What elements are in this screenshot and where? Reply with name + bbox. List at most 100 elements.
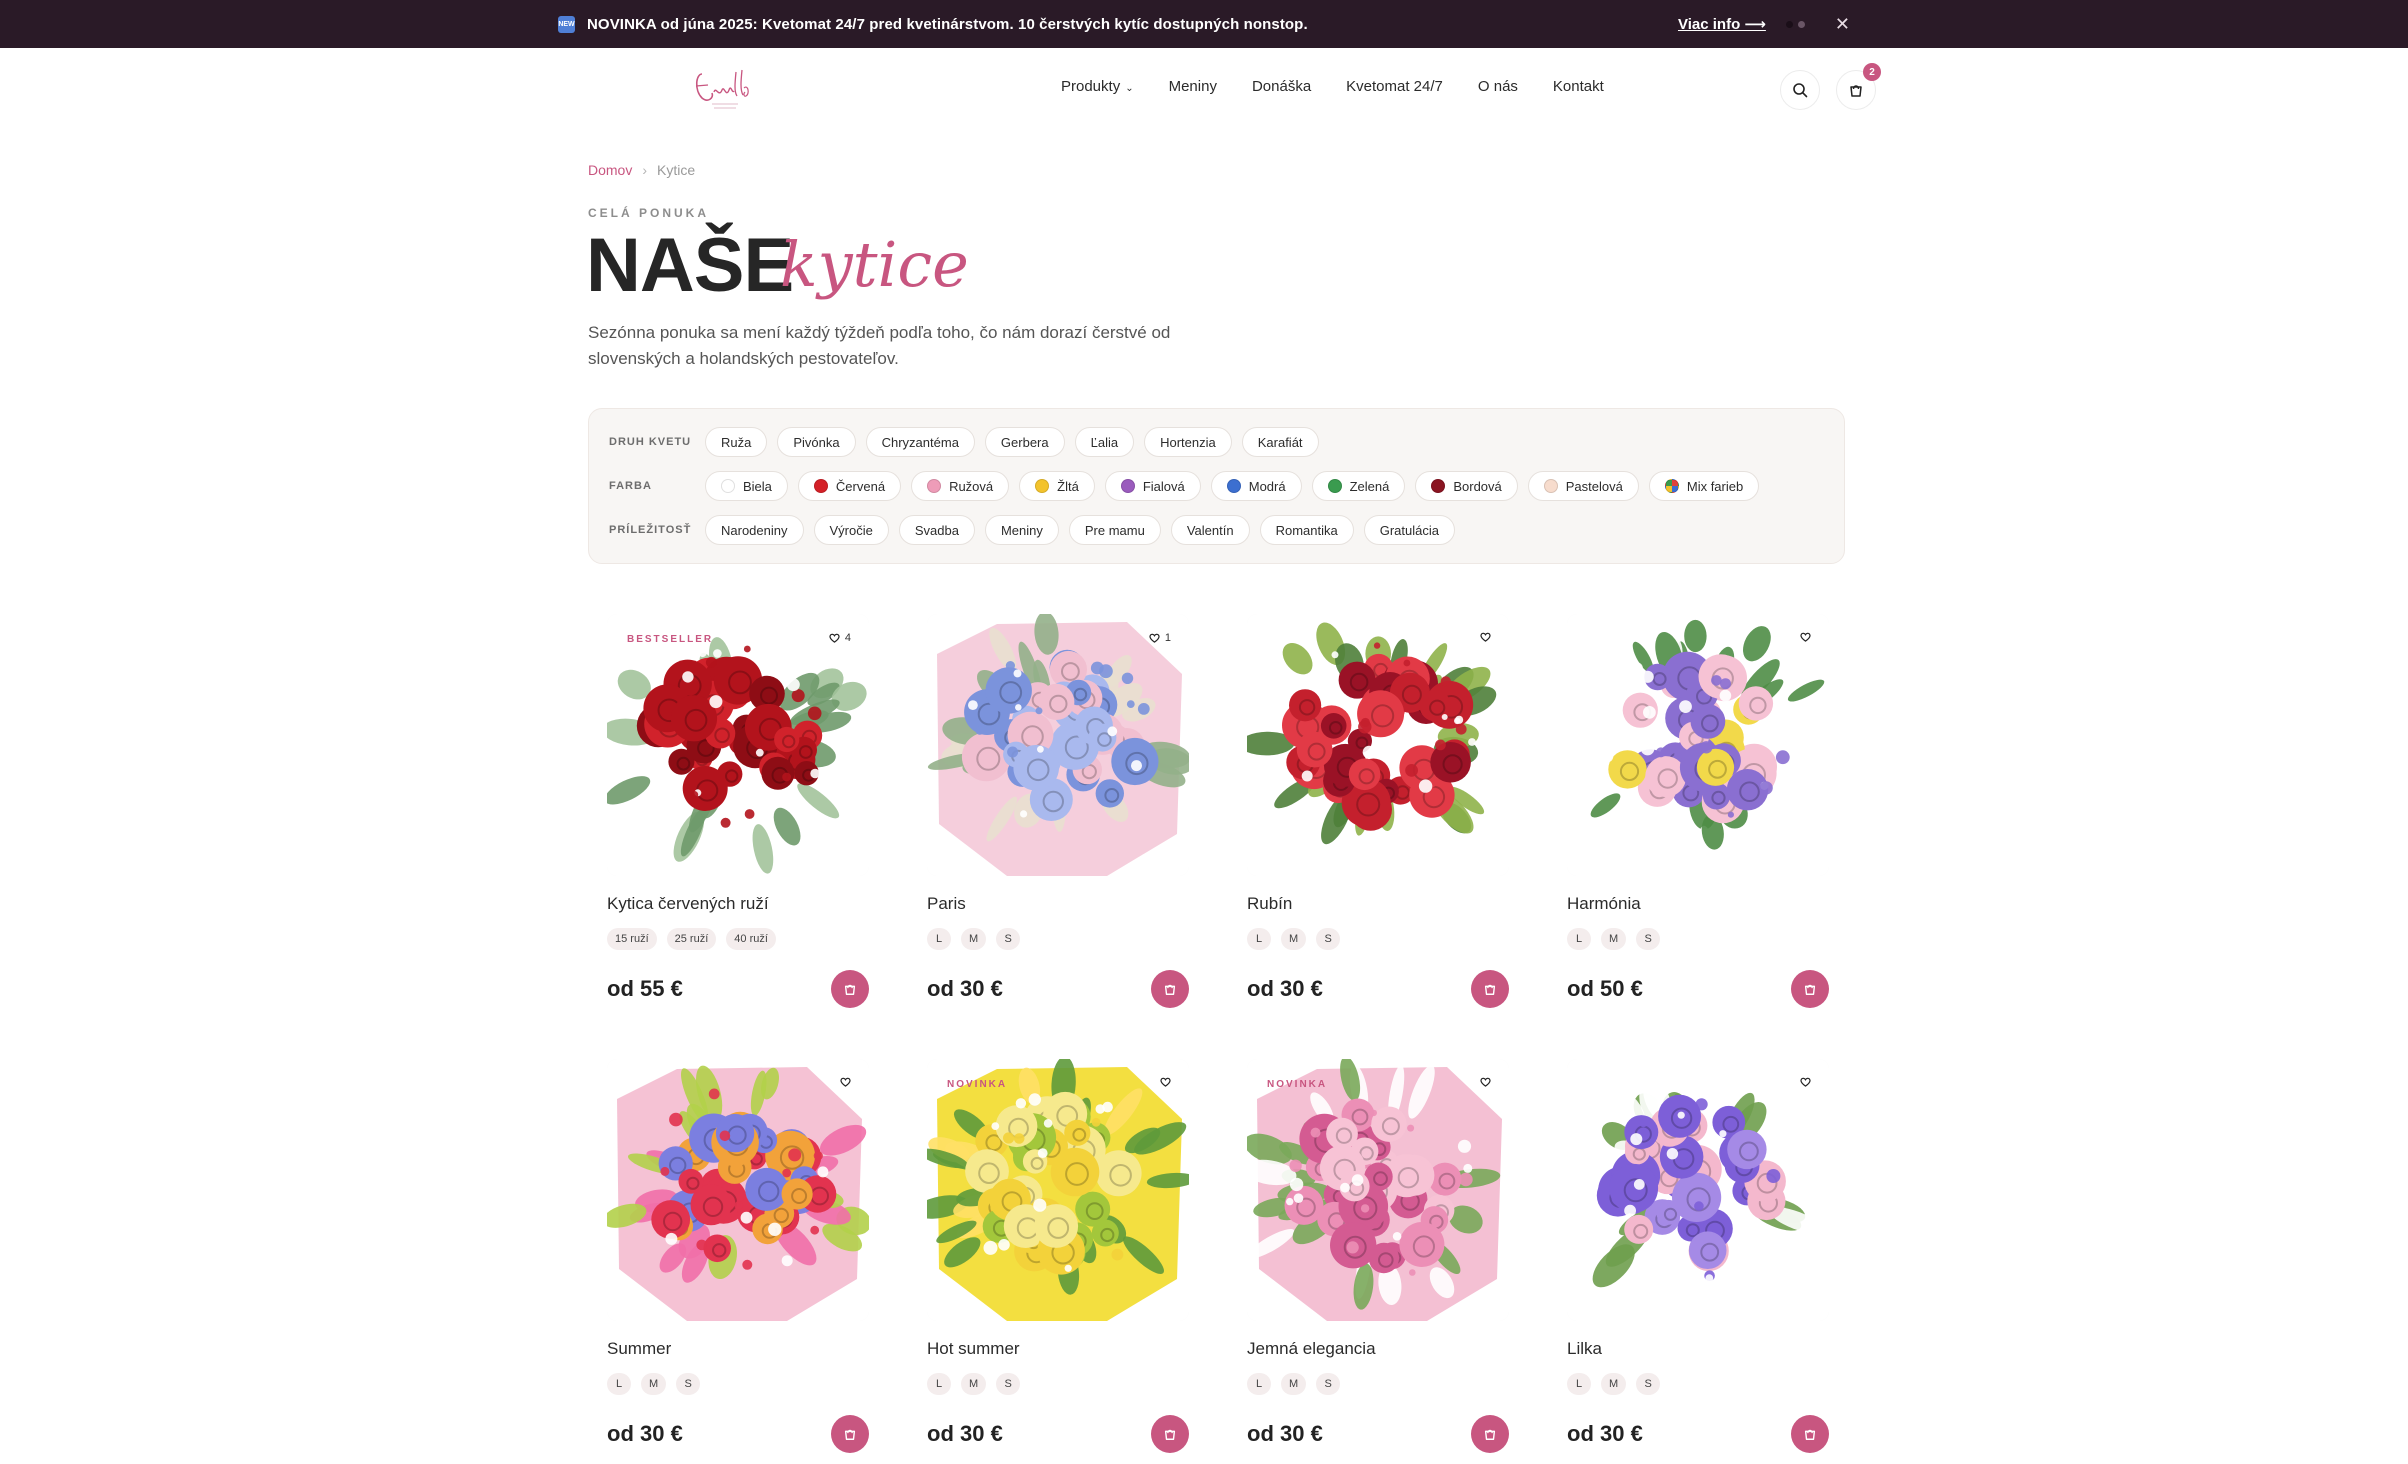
filter-chip[interactable]: Narodeniny (705, 515, 804, 545)
filter-chip[interactable]: Hortenzia (1144, 427, 1232, 457)
nav-contact[interactable]: Kontakt (1553, 78, 1604, 95)
size-option[interactable]: 25 ruží (666, 928, 717, 950)
size-option[interactable]: L (1247, 1373, 1271, 1395)
filter-chip[interactable]: Ľalia (1074, 427, 1135, 457)
nav-products[interactable]: Produkty ⌄ (1061, 78, 1134, 95)
size-option[interactable]: M (1281, 928, 1307, 950)
favorite-button[interactable] (840, 1077, 851, 1087)
filter-chip[interactable]: Žltá (1019, 471, 1095, 501)
size-option[interactable]: S (1316, 928, 1341, 950)
filter-chip[interactable]: Bordová (1415, 471, 1518, 501)
size-option[interactable]: M (961, 928, 987, 950)
product-name[interactable]: Hot summer (927, 1339, 1189, 1359)
favorite-button[interactable] (1160, 1077, 1171, 1087)
more-info-link[interactable]: Viac info ⟶ (1678, 15, 1766, 33)
filter-chip[interactable]: Svadba (898, 515, 975, 545)
add-to-cart-button[interactable] (1791, 970, 1829, 1008)
size-option[interactable]: L (927, 1373, 951, 1395)
favorite-button[interactable]: 1 (1149, 632, 1171, 644)
favorite-button[interactable] (1800, 632, 1811, 642)
cart-button[interactable]: 2 (1836, 63, 1881, 110)
filter-chip[interactable]: Zelená (1311, 471, 1406, 501)
product-name[interactable]: Paris (927, 894, 1189, 914)
product-card[interactable]: Summer L M Sod 30 € (607, 1059, 869, 1453)
pager-dot[interactable] (1785, 20, 1793, 28)
breadcrumb-home[interactable]: Domov (588, 162, 632, 178)
pager-dot[interactable] (1797, 20, 1805, 28)
product-name[interactable]: Summer (607, 1339, 869, 1359)
product-name[interactable]: Rubín (1247, 894, 1509, 914)
size-option[interactable]: M (641, 1373, 667, 1395)
filter-chip[interactable]: Červená (797, 471, 902, 501)
filter-chip[interactable]: Biela (705, 471, 788, 501)
filter-chip[interactable]: Modrá (1210, 471, 1302, 501)
filter-chip[interactable]: Pre mamu (1068, 515, 1161, 545)
filter-chip[interactable]: Gerbera (984, 427, 1065, 457)
filter-chip[interactable]: Ruža (705, 427, 768, 457)
filter-chip[interactable]: Karafiát (1241, 427, 1319, 457)
size-option[interactable]: L (927, 928, 951, 950)
favorite-button[interactable] (1480, 1077, 1491, 1087)
product-card[interactable]: 1 Paris L M Sod 30 € (927, 614, 1189, 1008)
product-image[interactable] (1567, 614, 1829, 876)
favorite-button[interactable] (1480, 632, 1491, 642)
filter-chip[interactable]: Romantika (1259, 515, 1354, 545)
nav-meniny[interactable]: Meniny (1169, 78, 1217, 95)
search-button[interactable] (1780, 70, 1820, 110)
add-to-cart-button[interactable] (1791, 1415, 1829, 1453)
product-image[interactable] (1567, 1059, 1829, 1321)
add-to-cart-button[interactable] (1151, 970, 1189, 1008)
favorite-button[interactable] (1800, 1077, 1811, 1087)
size-option[interactable]: M (1601, 1373, 1627, 1395)
filter-chip[interactable]: Ružová (911, 471, 1010, 501)
size-option[interactable]: S (996, 1373, 1021, 1395)
product-image[interactable]: NOVINKA (1247, 1059, 1509, 1321)
filter-chip[interactable]: Mix farieb (1648, 471, 1760, 501)
add-to-cart-button[interactable] (1471, 970, 1509, 1008)
filter-chip[interactable]: Gratulácia (1363, 515, 1455, 545)
nav-about[interactable]: O nás (1478, 78, 1518, 95)
product-image[interactable]: NOVINKA (927, 1059, 1189, 1321)
product-card[interactable]: NOVINKA Hot summer L M Sod 30 € (927, 1059, 1189, 1453)
close-icon[interactable]: ✕ (1835, 14, 1850, 35)
size-option[interactable]: 40 ruží (726, 928, 776, 950)
add-to-cart-button[interactable] (1151, 1415, 1189, 1453)
product-card[interactable]: Rubín L M Sod 30 € (1247, 614, 1509, 1008)
product-card[interactable]: NOVINKA Jemná elegancia L M Sod 30 € (1247, 1059, 1509, 1453)
product-name[interactable]: Jemná elegancia (1247, 1339, 1509, 1359)
filter-chip[interactable]: Pivónka (777, 427, 856, 457)
size-option[interactable]: S (676, 1373, 701, 1395)
product-card[interactable]: BESTSELLER 4 Kytica červených ruží 15 ruží 2… (607, 614, 869, 1008)
product-name[interactable]: Harmónia (1567, 894, 1829, 914)
size-option[interactable]: S (996, 928, 1021, 950)
size-option[interactable]: S (1636, 1373, 1661, 1395)
product-image[interactable]: BESTSELLER 4 (607, 614, 869, 876)
ewald-logo[interactable] (688, 60, 758, 118)
product-image[interactable] (1247, 614, 1509, 876)
size-option[interactable]: L (607, 1373, 631, 1395)
product-card[interactable]: Lilka L M Sod 30 € (1567, 1059, 1829, 1453)
product-name[interactable]: Lilka (1567, 1339, 1829, 1359)
add-to-cart-button[interactable] (831, 1415, 869, 1453)
size-option[interactable]: M (961, 1373, 987, 1395)
add-to-cart-button[interactable] (1471, 1415, 1509, 1453)
size-option[interactable]: S (1316, 1373, 1341, 1395)
size-option[interactable]: S (1636, 928, 1661, 950)
size-option[interactable]: L (1567, 1373, 1591, 1395)
size-option[interactable]: M (1281, 1373, 1307, 1395)
size-option[interactable]: L (1567, 928, 1591, 950)
product-image[interactable] (607, 1059, 869, 1321)
nav-donaska[interactable]: Donáška (1252, 78, 1311, 95)
size-option[interactable]: 15 ruží (607, 928, 657, 950)
product-card[interactable]: Harmónia L M Sod 50 € (1567, 614, 1829, 1008)
product-name[interactable]: Kytica červených ruží (607, 894, 869, 914)
filter-chip[interactable]: Výročie (813, 515, 889, 545)
size-option[interactable]: L (1247, 928, 1271, 950)
filter-chip[interactable]: Pastelová (1527, 471, 1639, 501)
size-option[interactable]: M (1601, 928, 1627, 950)
nav-kvetomat[interactable]: Kvetomat 24/7 (1346, 78, 1443, 95)
filter-chip[interactable]: Valentín (1170, 515, 1250, 545)
product-image[interactable]: 1 (927, 614, 1189, 876)
favorite-button[interactable]: 4 (829, 632, 851, 644)
filter-chip[interactable]: Fialová (1104, 471, 1201, 501)
